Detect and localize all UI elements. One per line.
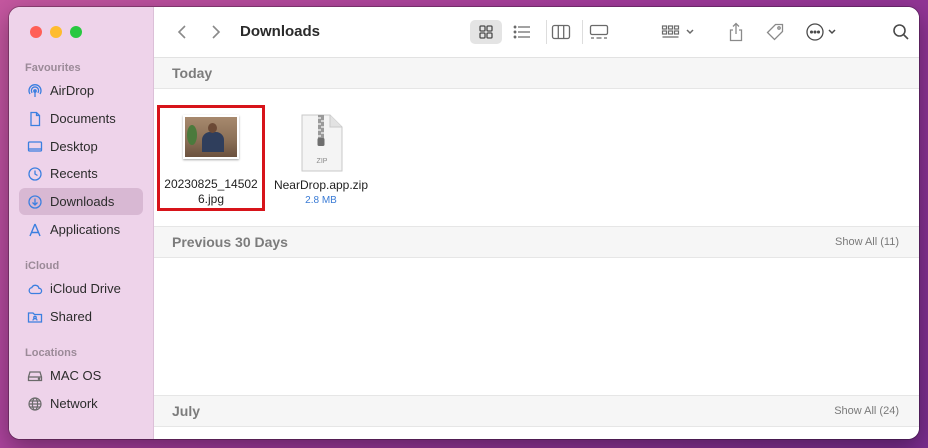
sidebar-item-label: Shared — [50, 309, 92, 324]
sidebar-item-airdrop[interactable]: AirDrop — [19, 77, 143, 104]
forward-icon[interactable] — [208, 20, 224, 44]
group-header-today: Today — [154, 58, 919, 89]
sidebar-item-label: iCloud Drive — [50, 281, 121, 296]
globe-icon — [27, 396, 43, 412]
group-by-icon[interactable] — [660, 20, 700, 44]
sidebar-item-label: Applications — [50, 222, 121, 237]
disk-icon — [27, 368, 43, 384]
sidebar-item-label: Recents — [50, 166, 98, 181]
sidebar-item-label: MAC OS — [50, 368, 102, 383]
sidebar-item-documents[interactable]: Documents — [19, 105, 143, 132]
group-title: July — [172, 403, 201, 419]
document-icon — [27, 111, 43, 127]
clock-icon — [27, 166, 43, 182]
download-icon — [27, 194, 43, 210]
sidebar-item-network[interactable]: Network — [19, 390, 143, 417]
show-all-button[interactable]: Show All (11) — [835, 236, 899, 248]
sidebar-item-label: Documents — [50, 111, 116, 126]
file-item-zip[interactable]: ZIP NearDrop.app.zip 2.8 MB — [267, 114, 375, 206]
sidebar-section-favourites: Favourites — [25, 62, 81, 74]
list-view-icon[interactable] — [510, 20, 534, 44]
sidebar-item-label: Downloads — [50, 194, 115, 209]
sidebar-item-shared[interactable]: Shared — [19, 303, 143, 330]
sidebar-item-mac-os[interactable]: MAC OS — [19, 362, 143, 389]
sidebar-item-label: Network — [50, 396, 98, 411]
finder-window: Favourites AirDrop Documents Desktop Rec… — [9, 7, 919, 439]
sidebar-section-icloud: iCloud — [25, 260, 60, 272]
sidebar-item-label: AirDrop — [50, 83, 95, 98]
desktop-icon — [27, 139, 43, 155]
cloud-icon — [27, 281, 43, 297]
icon-view-icon[interactable] — [470, 20, 502, 44]
shared-folder-icon — [27, 309, 43, 325]
file-item-image[interactable]: 20230825_14502 6.jpg — [157, 115, 265, 207]
window-controls — [30, 26, 82, 38]
toolbar: Downloads — [154, 7, 919, 58]
sidebar-item-recents[interactable]: Recents — [19, 160, 143, 187]
gallery-view-icon[interactable] — [582, 20, 615, 44]
image-thumbnail — [183, 115, 239, 159]
file-size: 2.8 MB — [305, 195, 337, 206]
zip-file-icon: ZIP — [298, 114, 344, 172]
sidebar-item-desktop[interactable]: Desktop — [19, 133, 143, 160]
sidebar-item-applications[interactable]: Applications — [19, 216, 143, 243]
file-name: 20230825_14502 6.jpg — [164, 177, 258, 206]
applications-icon — [27, 222, 43, 238]
sidebar-section-locations: Locations — [25, 347, 77, 359]
group-header-previous-30-days: Previous 30 Days Show All (11) — [154, 226, 919, 258]
tag-icon[interactable] — [764, 20, 786, 44]
group-title: Previous 30 Days — [172, 234, 288, 250]
window-title: Downloads — [240, 23, 321, 40]
minimize-button[interactable] — [50, 26, 62, 38]
close-button[interactable] — [30, 26, 42, 38]
more-actions-icon[interactable] — [804, 20, 842, 44]
zoom-button[interactable] — [70, 26, 82, 38]
sidebar: Favourites AirDrop Documents Desktop Rec… — [9, 7, 154, 439]
airdrop-icon — [27, 83, 43, 99]
show-all-button[interactable]: Show All (24) — [834, 405, 899, 417]
sidebar-item-downloads[interactable]: Downloads — [19, 188, 143, 215]
share-icon[interactable] — [726, 20, 746, 44]
svg-text:ZIP: ZIP — [317, 158, 328, 165]
back-icon[interactable] — [174, 20, 190, 44]
sidebar-item-icloud-drive[interactable]: iCloud Drive — [19, 275, 143, 302]
sidebar-item-label: Desktop — [50, 139, 98, 154]
file-name: NearDrop.app.zip — [273, 178, 369, 192]
column-view-icon[interactable] — [546, 20, 575, 44]
search-icon[interactable] — [891, 20, 911, 44]
file-browser: Today 20230825_14502 6.jpg ZIP NearDrop.… — [154, 58, 919, 439]
group-header-july: July Show All (24) — [154, 395, 919, 427]
group-title: Today — [172, 65, 213, 81]
